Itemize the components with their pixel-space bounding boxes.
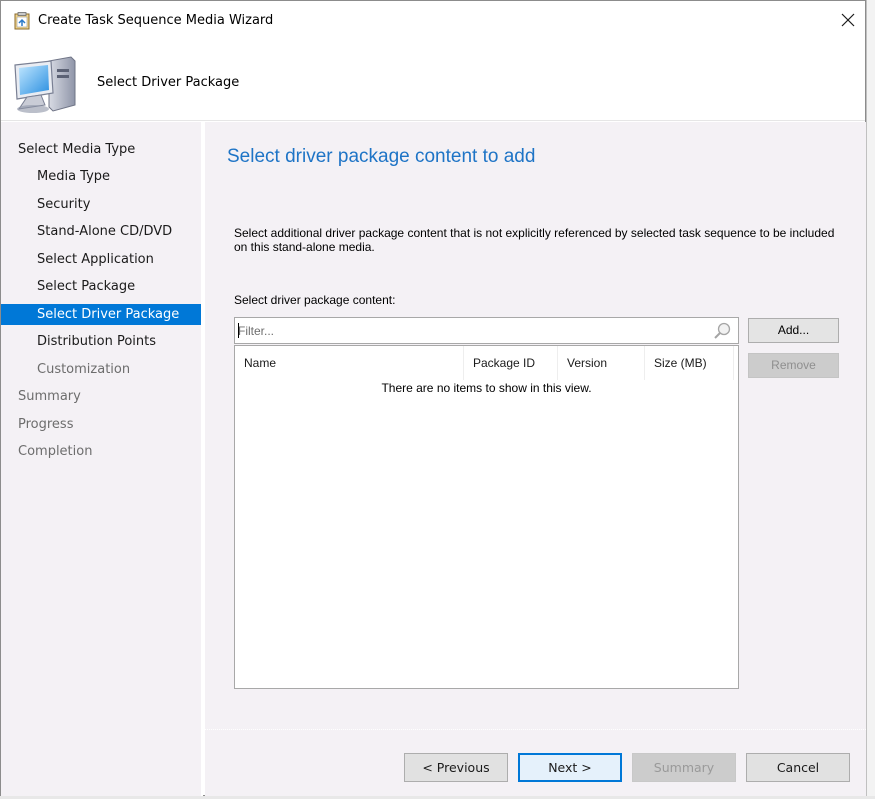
driver-package-list-label: Select driver package content:	[234, 293, 396, 307]
wizard-content: Select driver package content to add Sel…	[205, 122, 866, 797]
close-button[interactable]	[831, 5, 865, 35]
column-header-size-mb[interactable]: Size (MB)	[645, 346, 734, 380]
filter-input[interactable]	[238, 321, 708, 340]
title-bar: Create Task Sequence Media Wizard	[1, 1, 865, 41]
sidebar-item-completion: Completion	[18, 444, 93, 459]
sidebar-item-select-application[interactable]: Select Application	[1, 249, 201, 270]
cancel-button[interactable]: Cancel	[746, 753, 850, 782]
background-window-edge	[866, 0, 875, 799]
computer-icon	[14, 56, 76, 113]
next-button[interactable]: Next >	[518, 753, 622, 782]
sidebar-item-security[interactable]: Security	[1, 194, 201, 215]
search-icon[interactable]	[712, 321, 732, 341]
sidebar-item-select-package[interactable]: Select Package	[1, 276, 201, 297]
empty-list-message: There are no items to show in this view.	[381, 381, 592, 395]
sidebar-item-summary: Summary	[18, 389, 81, 404]
sidebar-item-progress: Progress	[18, 417, 74, 432]
page-heading: Select driver package content to add	[227, 146, 536, 167]
sidebar-item-customization: Customization	[37, 362, 131, 377]
header-title: Select Driver Package	[97, 75, 240, 90]
wizard-window: Create Task Sequence Media Wizard Select…	[0, 0, 866, 797]
wizard-steps-sidebar: Select Media Type Media Type Security St…	[1, 122, 203, 797]
sidebar-item-select-media-type[interactable]: Select Media Type	[1, 139, 201, 160]
sidebar-item-select-driver-package[interactable]: Select Driver Package	[1, 304, 201, 325]
remove-button: Remove	[748, 353, 839, 378]
window-title: Create Task Sequence Media Wizard	[38, 13, 274, 28]
previous-button[interactable]: < Previous	[404, 753, 508, 782]
wizard-app-icon	[14, 12, 30, 30]
column-header-version[interactable]: Version	[558, 346, 645, 380]
column-header-package-id[interactable]: Package ID	[464, 346, 558, 380]
summary-button: Summary	[632, 753, 736, 782]
driver-package-list[interactable]: Name Package ID Version Size (MB) There …	[234, 345, 739, 689]
sidebar-item-media-type[interactable]: Media Type	[1, 166, 201, 187]
sidebar-item-stand-alone-cd-dvd[interactable]: Stand-Alone CD/DVD	[1, 221, 201, 242]
page-description: Select additional driver package content…	[234, 226, 835, 254]
footer-separator	[205, 729, 866, 730]
wizard-header: Select Driver Package	[1, 41, 865, 121]
sidebar-item-distribution-points[interactable]: Distribution Points	[1, 331, 201, 352]
column-header-name[interactable]: Name	[235, 346, 464, 380]
add-button[interactable]: Add...	[748, 318, 839, 343]
close-icon	[841, 13, 855, 27]
filter-box[interactable]	[234, 317, 739, 344]
